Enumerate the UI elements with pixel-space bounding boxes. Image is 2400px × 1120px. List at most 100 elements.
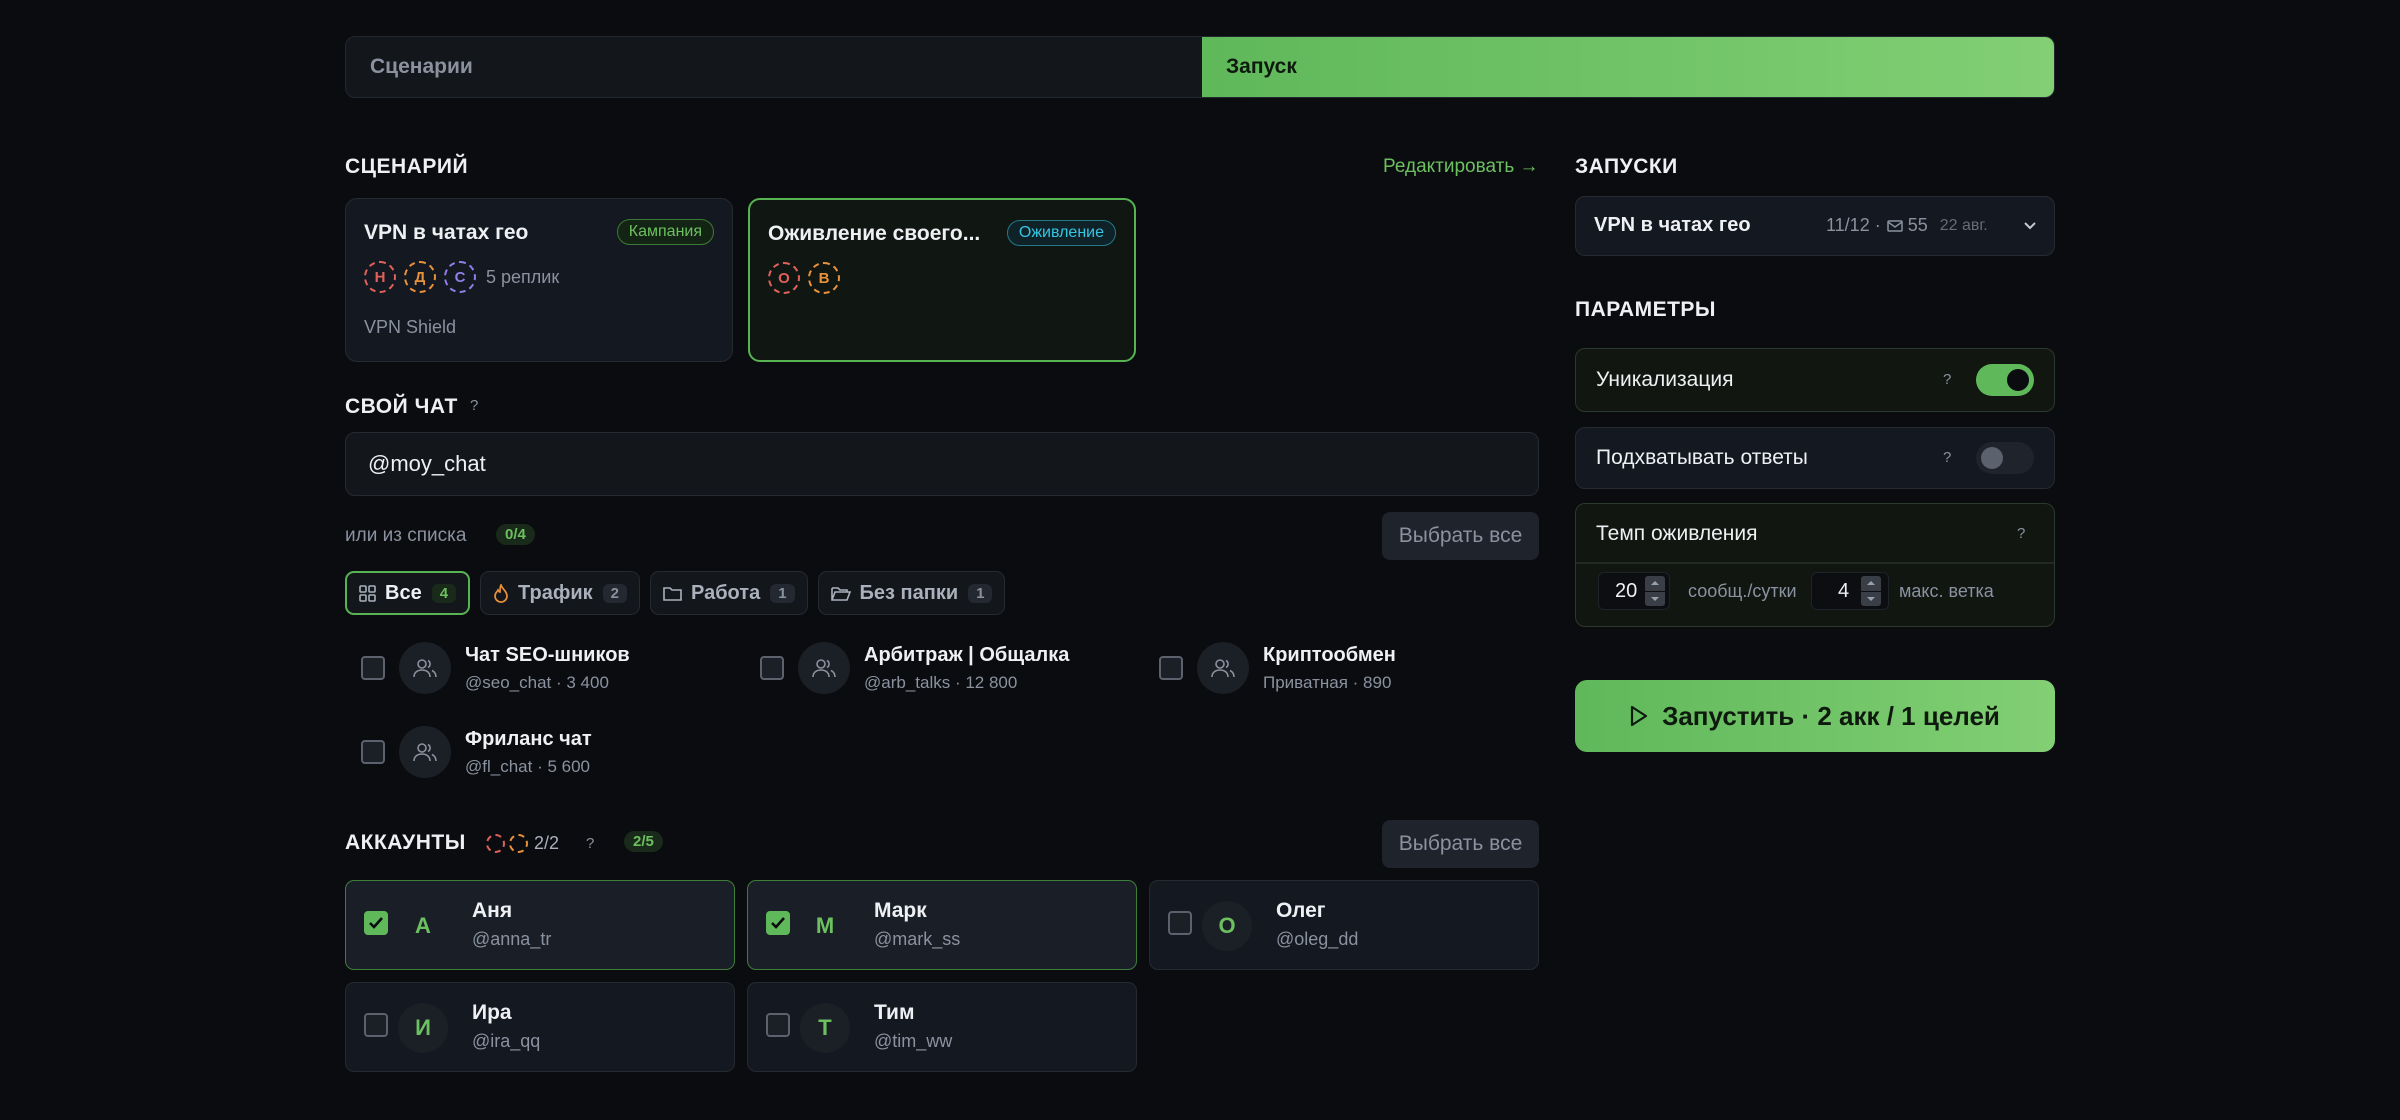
filter-label: Без папки — [859, 581, 959, 604]
stepper-up-icon[interactable] — [1645, 576, 1666, 591]
list-item[interactable]: Арбитраж | Общалка @arb_talks · 12 800 — [744, 640, 1134, 696]
filter-count: 4 — [431, 583, 457, 603]
launch-button-label: Запустить · 2 акк / 1 целей — [1662, 700, 2000, 731]
param-pace: Темп оживления ? 20 сообщ./сутки 4 макс.… — [1575, 503, 2055, 627]
messages-per-day-input[interactable]: 20 — [1598, 572, 1670, 610]
account-checkbox[interactable] — [766, 1013, 790, 1037]
list-item[interactable]: Чат SEO-шников @seo_chat · 3 400 — [345, 640, 735, 696]
filter-no-folder[interactable]: Без папки 1 — [817, 571, 1006, 615]
run-name: VPN в чатах гео — [1594, 214, 1751, 236]
runs-title: ЗАПУСКИ — [1575, 155, 1678, 178]
filter-count: 2 — [602, 583, 627, 603]
stepper-up-icon[interactable] — [1861, 576, 1882, 591]
scenario-title: СЦЕНАРИЙ — [345, 155, 469, 178]
account-checkbox[interactable] — [1168, 911, 1192, 935]
avatar: Т — [800, 1003, 850, 1053]
chat-filters: Все 4 Трафик 2 Работа 1 Без папки 1 — [345, 571, 1006, 615]
account-username: @tim_ww — [874, 1031, 953, 1051]
chat-name: Арбитраж | Общалка — [864, 643, 1070, 666]
help-icon[interactable]: ? — [470, 397, 478, 414]
account-name: Марк — [874, 899, 927, 922]
select-all-accounts-button[interactable]: Выбрать все — [1382, 820, 1539, 868]
chat-checkbox[interactable] — [361, 656, 385, 680]
accounts-selected-count: 2/5 — [624, 831, 663, 852]
param-label: Уникализация — [1596, 368, 1734, 391]
run-select[interactable]: VPN в чатах гео 11/12 · 55 22 авг. — [1575, 196, 2055, 256]
persona-avatars: О В — [768, 262, 848, 294]
select-all-chats-button[interactable]: Выбрать все — [1382, 512, 1539, 560]
account-card-anna[interactable]: А Аня @anna_tr — [345, 880, 735, 970]
per-day-unit: сообщ./сутки — [1688, 581, 1797, 601]
account-username: @anna_tr — [472, 929, 552, 949]
list-item[interactable]: Криптообмен Приватная · 890 — [1143, 640, 1533, 696]
account-name: Ира — [472, 1001, 512, 1024]
account-card-oleg[interactable]: О Олег @oleg_dd — [1149, 880, 1539, 970]
tab-launch[interactable]: Запуск — [1202, 37, 2054, 97]
filter-label: Все — [385, 581, 422, 604]
param-label: Подхватывать ответы — [1596, 446, 1808, 469]
status-dot-icon — [486, 834, 505, 853]
filter-label: Работа — [691, 581, 761, 604]
mail-icon — [1886, 219, 1903, 232]
account-card-ira[interactable]: И Ира @ira_qq — [345, 982, 735, 1072]
persona-avatar: Н — [364, 261, 396, 293]
flame-icon — [493, 583, 509, 603]
account-checkbox[interactable] — [766, 911, 790, 935]
persona-avatar: Д — [404, 261, 436, 293]
group-icon — [798, 642, 850, 694]
chat-meta: @fl_chat · 5 600 — [465, 756, 590, 776]
launch-button[interactable]: Запустить · 2 акк / 1 целей — [1575, 680, 2055, 752]
persona-avatar: О — [768, 262, 800, 294]
uniq-toggle[interactable] — [1976, 364, 2034, 396]
online-count: 2/2 — [534, 833, 560, 853]
help-icon[interactable]: ? — [2017, 525, 2025, 542]
filter-traffic[interactable]: Трафик 2 — [480, 571, 640, 615]
chat-checkbox[interactable] — [1159, 656, 1183, 680]
chat-meta: @arb_talks · 12 800 — [864, 672, 1018, 692]
persona-avatar: С — [444, 261, 476, 293]
account-checkbox[interactable] — [364, 1013, 388, 1037]
stepper-down-icon[interactable] — [1645, 591, 1666, 606]
account-checkbox[interactable] — [364, 911, 388, 935]
filter-count: 1 — [770, 583, 795, 603]
edit-scenario-link[interactable]: Редактировать → — [1383, 156, 1539, 178]
messages-per-day-value: 20 — [1615, 579, 1638, 602]
help-icon[interactable]: ? — [586, 835, 594, 852]
tab-scenarios[interactable]: Сценарии — [346, 37, 1202, 97]
run-date: 22 авг. — [1939, 216, 1988, 234]
scenario-card-revive[interactable]: Оживление своего... Оживление О В — [748, 198, 1136, 362]
or-list-label: или из списка — [345, 525, 467, 546]
list-item[interactable]: Фриланс чат @fl_chat · 5 600 — [345, 724, 735, 780]
filter-all[interactable]: Все 4 — [345, 571, 471, 615]
max-branch-input[interactable]: 4 — [1811, 572, 1889, 610]
play-icon — [1630, 705, 1648, 727]
help-icon[interactable]: ? — [1943, 449, 1951, 466]
number-stepper[interactable] — [1645, 576, 1666, 606]
avatar: М — [815, 913, 835, 938]
group-icon — [399, 726, 451, 778]
filter-label: Трафик — [518, 581, 593, 604]
scenario-card-vpn[interactable]: VPN в чатах гео Кампания Н Д С 5 реплик … — [345, 198, 733, 362]
scenario-product: VPN Shield — [364, 317, 457, 337]
chat-name: Фриланс чат — [465, 727, 592, 750]
scenario-card-title: Оживление своего... — [768, 222, 981, 245]
grid-icon — [359, 584, 376, 602]
stepper-down-icon[interactable] — [1861, 591, 1882, 606]
avatar: И — [398, 1003, 448, 1053]
account-card-mark[interactable]: М Марк @mark_ss — [747, 880, 1137, 970]
help-icon[interactable]: ? — [1943, 371, 1951, 388]
account-name: Олег — [1276, 899, 1326, 922]
account-card-tim[interactable]: Т Тим @tim_ww — [747, 982, 1137, 1072]
divider — [1576, 562, 2054, 564]
filter-work[interactable]: Работа 1 — [650, 571, 808, 615]
chat-checkbox[interactable] — [361, 740, 385, 764]
pickup-toggle[interactable] — [1976, 442, 2034, 474]
params-title: ПАРАМЕТРЫ — [1575, 298, 1716, 321]
own-chat-input[interactable]: @moy_chat — [345, 432, 1539, 496]
chats-selected-count: 0/4 — [496, 524, 535, 545]
number-stepper[interactable] — [1861, 576, 1882, 606]
account-username: @mark_ss — [874, 929, 961, 949]
chat-checkbox[interactable] — [760, 656, 784, 680]
account-username: @oleg_dd — [1276, 929, 1359, 949]
param-label: Темп оживления — [1596, 522, 1758, 545]
